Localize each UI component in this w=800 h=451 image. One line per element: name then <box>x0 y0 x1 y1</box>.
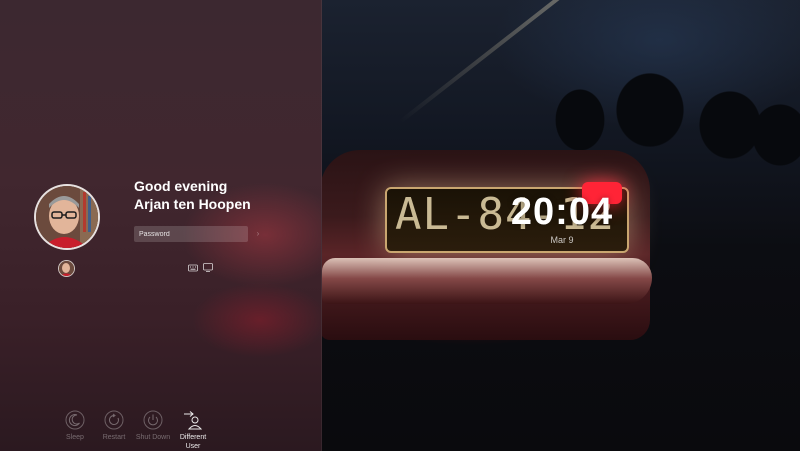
user-switch-avatar[interactable] <box>58 260 75 277</box>
wallpaper-bumper <box>322 258 652 304</box>
keyboard-icon[interactable] <box>188 264 198 272</box>
restart-icon <box>104 410 124 430</box>
greeting-salutation: Good evening <box>134 178 228 194</box>
user-avatar[interactable] <box>34 184 100 250</box>
user-name: Arjan ten Hoopen <box>134 196 251 212</box>
greeting: Good evening Arjan ten Hoopen <box>134 177 251 213</box>
submit-arrow-icon[interactable]: › <box>253 228 263 240</box>
different-user-button[interactable]: Different User <box>173 410 213 451</box>
shutdown-button[interactable]: Shut Down <box>133 410 173 442</box>
login-panel: Good evening Arjan ten Hoopen › Sleep Re… <box>0 0 322 451</box>
clock-date: Mar 9 <box>550 235 574 245</box>
lock-screen: AL-84-12 20:04 Mar 9 Good evening Arjan … <box>0 0 800 451</box>
restart-label: Restart <box>102 434 126 441</box>
user-photo-icon <box>36 186 98 248</box>
password-input[interactable] <box>134 226 248 242</box>
restart-button[interactable]: Restart <box>94 410 134 442</box>
clock-time: 20:04 <box>510 191 614 233</box>
different-user-label: Different User <box>179 434 207 450</box>
sleep-icon <box>65 410 85 430</box>
sleep-label: Sleep <box>66 434 84 441</box>
user-photo-small-icon <box>59 261 74 276</box>
shutdown-label: Shut Down <box>135 434 171 441</box>
switch-user-icon <box>184 411 203 430</box>
screen-keyboard-icon[interactable] <box>203 263 213 272</box>
sleep-button[interactable]: Sleep <box>55 410 95 442</box>
power-icon <box>143 410 163 430</box>
clock: 20:04 Mar 9 <box>502 190 622 245</box>
